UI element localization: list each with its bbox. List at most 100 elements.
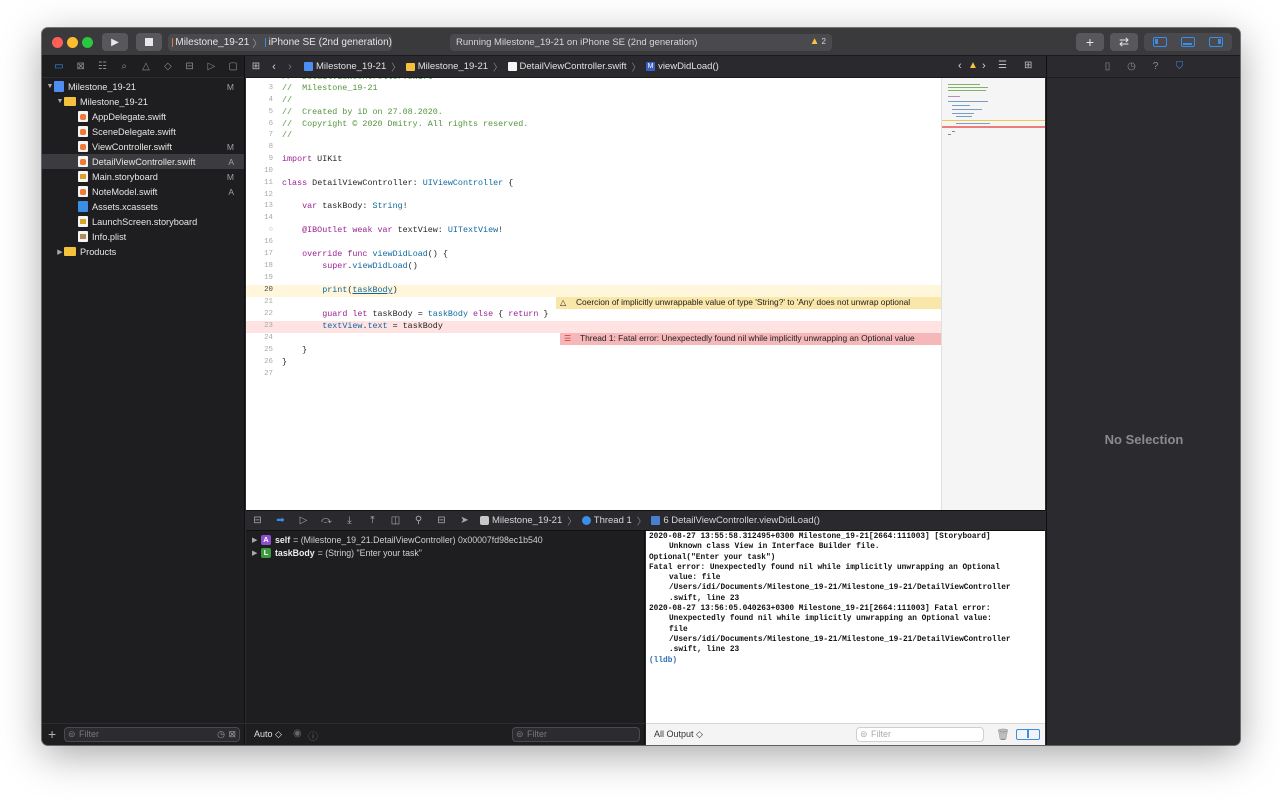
info-icon[interactable]: ⓘ [308, 728, 318, 743]
console-filter-input[interactable]: ⊜ Filter [856, 727, 984, 742]
source-editor[interactable]: // DetailViewController.swift 3// Milest… [246, 78, 1045, 510]
project-navigator-tab[interactable]: ▭ [48, 61, 70, 72]
close-window-button[interactable] [52, 37, 63, 48]
disclosure-closed-icon[interactable]: ▶ [252, 549, 261, 557]
variables-scope-selector[interactable]: Auto ◇ [254, 729, 282, 740]
stop-button[interactable] [136, 33, 162, 51]
back-icon[interactable]: ‹ [266, 61, 282, 73]
disclosure-closed-icon[interactable]: ▶ [252, 536, 261, 544]
breadcrumb-item[interactable]: Milestone_19-21 [405, 61, 488, 72]
debug-breadcrumb[interactable]: Milestone_19-21 [480, 515, 562, 526]
attributes-inspector-tab[interactable]: ⛉ [1172, 61, 1188, 72]
warning-count: 2 [821, 37, 826, 46]
recent-files-icon[interactable]: ◷ [217, 728, 225, 741]
navigator-filter-input[interactable]: ⊜ Filter ◷ ⊠ [64, 727, 240, 742]
breakpoints-toggle-icon[interactable]: ➡ [269, 515, 292, 526]
minimap-line [948, 90, 986, 91]
code-line: 16 [264, 238, 273, 246]
debug-console[interactable]: 2020-08-27 13:55:58.312495+0300 Mileston… [646, 531, 1045, 745]
outlet-connection-icon[interactable]: ○ [246, 225, 273, 237]
add-editor-icon[interactable]: ⊞ [1024, 60, 1032, 71]
app-target-icon [480, 516, 489, 525]
debug-breadcrumb[interactable]: 6 DetailViewController.viewDidLoad() [651, 515, 820, 526]
history-inspector-tab[interactable]: ◷ [1124, 61, 1140, 72]
forward-icon[interactable]: › [282, 61, 298, 73]
trash-icon[interactable]: 🗑 [996, 728, 1010, 741]
tree-item[interactable]: AppDelegate.swift [42, 109, 244, 124]
file-inspector-tab[interactable]: ▯ [1100, 61, 1116, 72]
issue-next-icon[interactable]: › [982, 60, 986, 72]
console-output-selector[interactable]: All Output ◇ [654, 729, 703, 740]
disclosure-open-icon[interactable]: ▼ [56, 98, 64, 105]
issue-navigator-tab[interactable]: △ [135, 61, 157, 72]
continue-icon[interactable]: ▷ [292, 515, 315, 526]
step-into-icon[interactable]: ⤓ [338, 515, 361, 526]
debug-breadcrumb[interactable]: Thread 1 [581, 515, 632, 526]
disclosure-open-icon[interactable]: ▼ [46, 83, 54, 90]
quick-look-icon[interactable]: ◉ [293, 728, 302, 739]
minimap-line [948, 84, 980, 85]
hide-debug-area-icon[interactable]: ⊟ [246, 515, 269, 526]
report-navigator-tab[interactable]: ▢ [222, 61, 244, 72]
test-navigator-tab[interactable]: ◇ [157, 61, 179, 72]
add-file-icon[interactable]: + [48, 726, 56, 742]
disclosure-closed-icon[interactable]: ▶ [56, 248, 64, 256]
variable-row[interactable]: ▶ A self = (Milestone_19_21.DetailViewCo… [246, 533, 644, 546]
split-view-icon[interactable] [1016, 729, 1040, 740]
navigator-tab-bar: ▭ ⊠ ☷ ⌕ △ ◇ ⊟ ▷ ▢ [42, 56, 244, 78]
breadcrumb-item[interactable]: M viewDidLoad() [646, 61, 719, 72]
console-line: /Users/idi/Documents/Milestone_19-21/Mil… [669, 584, 1011, 593]
environment-overrides-icon[interactable]: ⊟ [430, 515, 453, 526]
code-line: 24 [264, 334, 273, 342]
issue-warning-icon[interactable]: ▲ [968, 60, 978, 71]
scm-filter-icon[interactable]: ⊠ [228, 728, 236, 741]
tree-item[interactable]: LaunchScreen.storyboard [42, 214, 244, 229]
simulate-location-icon[interactable]: ➤ [453, 515, 476, 526]
zoom-window-button[interactable] [82, 37, 93, 48]
code-line: 27 [264, 370, 273, 378]
view-debugger-icon[interactable]: ◫ [384, 515, 407, 526]
minimap-line [956, 116, 972, 117]
thread-icon [581, 516, 591, 525]
tree-item[interactable]: NoteModel.swift A [42, 184, 244, 199]
tree-item[interactable]: Assets.xcassets [42, 199, 244, 214]
variables-filter-input[interactable]: ⊜ Filter [512, 727, 640, 742]
editor-options-icon[interactable]: ☰ [998, 60, 1007, 71]
lldb-prompt[interactable]: (lldb) [649, 656, 1042, 666]
tree-item[interactable]: ▶ Products [42, 244, 244, 259]
symbol-navigator-tab[interactable]: ☷ [92, 61, 114, 72]
variable-row[interactable]: ▶ L taskBody = (String) "Enter your task… [246, 546, 644, 559]
tree-item[interactable]: Info.plist [42, 229, 244, 244]
related-items-icon[interactable]: ⊞ [246, 61, 266, 72]
library-add-button[interactable]: + [1076, 33, 1104, 51]
step-over-icon[interactable]: ⤼ [315, 515, 338, 526]
editor-jump-bar: ⊞ ‹ › Milestone_19-21 〉 Milestone_19-21 … [246, 56, 1045, 78]
breadcrumb-item[interactable]: Milestone_19-21 [304, 61, 386, 72]
minimize-window-button[interactable] [67, 37, 78, 48]
find-navigator-tab[interactable]: ⌕ [113, 61, 135, 72]
breakpoint-navigator-tab[interactable]: ▷ [200, 61, 222, 72]
issue-prev-icon[interactable]: ‹ [958, 60, 962, 72]
step-out-icon[interactable]: ⤒ [361, 515, 384, 526]
scheme-selector[interactable]: Milestone_19-21 〉 iPhone SE (2nd generat… [168, 34, 392, 51]
tree-item[interactable]: SceneDelegate.swift [42, 124, 244, 139]
toggle-inspector-button[interactable] [1209, 37, 1223, 47]
run-button[interactable]: ▶ [102, 33, 128, 51]
console-line: .swift, line 23 [669, 646, 740, 655]
toggle-debug-area-button[interactable] [1181, 37, 1195, 47]
sidebar-right-icon [1218, 39, 1221, 44]
tree-item-selected[interactable]: DetailViewController.swift A [42, 154, 244, 169]
source-control-navigator-tab[interactable]: ⊠ [70, 61, 92, 72]
quick-help-tab[interactable]: ? [1148, 61, 1164, 72]
warning-indicator[interactable]: ▲ 2 [810, 36, 826, 47]
toggle-navigator-button[interactable] [1153, 37, 1167, 47]
breadcrumb-item[interactable]: DetailViewController.swift [507, 61, 627, 72]
code-minimap[interactable] [941, 78, 1045, 510]
code-review-button[interactable]: ⇄ [1110, 33, 1138, 51]
tree-item[interactable]: ▼ Milestone_19-21 [42, 94, 244, 109]
tree-item[interactable]: ▼ Milestone_19-21 M [42, 79, 244, 94]
tree-item[interactable]: Main.storyboard M [42, 169, 244, 184]
tree-item[interactable]: ViewController.swift M [42, 139, 244, 154]
debug-navigator-tab[interactable]: ⊟ [179, 61, 201, 72]
memory-graph-icon[interactable]: ⚲ [407, 515, 430, 526]
